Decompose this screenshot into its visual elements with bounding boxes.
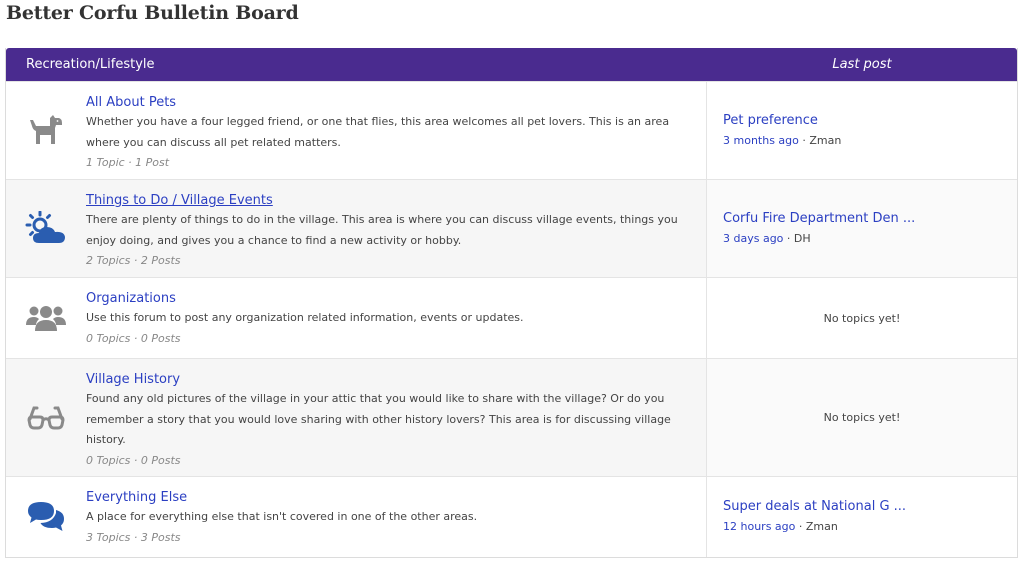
forum-description: Use this forum to post any organization … — [86, 311, 524, 324]
last-post-cell: Super deals at National G ... 12 hours a… — [707, 477, 1017, 557]
last-post-author[interactable]: Zman — [806, 520, 838, 533]
no-topics-text: No topics yet! — [823, 411, 901, 424]
forum-title-link[interactable]: Organizations — [86, 289, 176, 308]
last-post-author[interactable]: Zman — [809, 134, 841, 147]
forum-title-link[interactable]: Village History — [86, 370, 180, 389]
board-header: Recreation/Lifestyle Last post — [6, 48, 1017, 81]
no-topics-text: No topics yet! — [823, 311, 901, 325]
forum-title-link[interactable]: All About Pets — [86, 93, 176, 112]
forum-row: Village History Found any old pictures o… — [6, 358, 1017, 476]
last-post-cell: Corfu Fire Department Den ... 3 days ago… — [707, 180, 1017, 277]
forum-stats: 2 Topics · 2 Posts — [86, 254, 181, 267]
last-post-time-link[interactable]: 12 hours ago — [723, 520, 795, 533]
last-post-meta: 12 hours ago · Zman — [723, 517, 1017, 537]
sun-cloud-icon — [25, 210, 67, 247]
forum-stats: 3 Topics · 3 Posts — [86, 530, 181, 544]
chat-bubbles-icon — [26, 500, 66, 534]
separator: · — [795, 520, 806, 533]
last-post-link[interactable]: Pet preference — [723, 111, 1017, 131]
glasses-icon — [26, 405, 66, 431]
last-post-time-link[interactable]: 3 days ago — [723, 232, 783, 245]
forum-row: Organizations Use this forum to post any… — [6, 277, 1017, 358]
last-post-column-header: Last post — [832, 57, 892, 72]
forum-description: Found any old pictures of the village in… — [86, 392, 671, 446]
last-post-link[interactable]: Corfu Fire Department Den ... — [723, 209, 1017, 229]
last-post-meta: 3 days ago · DH — [723, 229, 1017, 249]
last-post-cell: Pet preference 3 months ago · Zman — [707, 82, 1017, 179]
last-post-meta: 3 months ago · Zman — [723, 131, 1017, 151]
forum-row: Everything Else A place for everything e… — [6, 476, 1017, 557]
last-post-link[interactable]: Super deals at National G ... — [723, 497, 1017, 517]
forum-row: Things to Do / Village Events There are … — [6, 179, 1017, 277]
last-post-cell: No topics yet! — [707, 359, 1017, 476]
forum-description: A place for everything else that isn't c… — [86, 510, 478, 523]
forum-title-link[interactable]: Everything Else — [86, 488, 187, 507]
forum-stats: 1 Topic · 1 Post — [86, 156, 170, 169]
forum-stats: 0 Topics · 0 Posts — [86, 453, 181, 467]
separator: · — [798, 133, 810, 147]
forum-stats: 0 Topics · 0 Posts — [86, 331, 181, 345]
forum-title-link[interactable]: Things to Do / Village Events — [86, 191, 273, 210]
separator: · — [783, 231, 794, 245]
dog-icon — [28, 114, 64, 148]
forum-board: Recreation/Lifestyle Last post All About… — [5, 48, 1018, 558]
category-title: Recreation/Lifestyle — [26, 57, 155, 72]
last-post-author[interactable]: DH — [794, 232, 811, 245]
forum-row: All About Pets Whether you have a four l… — [6, 81, 1017, 179]
users-icon — [25, 303, 67, 333]
last-post-cell: No topics yet! — [707, 278, 1017, 358]
page-title: Better Corfu Bulletin Board — [6, 2, 299, 24]
forum-description: Whether you have a four legged friend, o… — [86, 115, 670, 149]
forum-description: There are plenty of things to do in the … — [86, 213, 678, 247]
last-post-time-link[interactable]: 3 months ago — [723, 134, 799, 147]
